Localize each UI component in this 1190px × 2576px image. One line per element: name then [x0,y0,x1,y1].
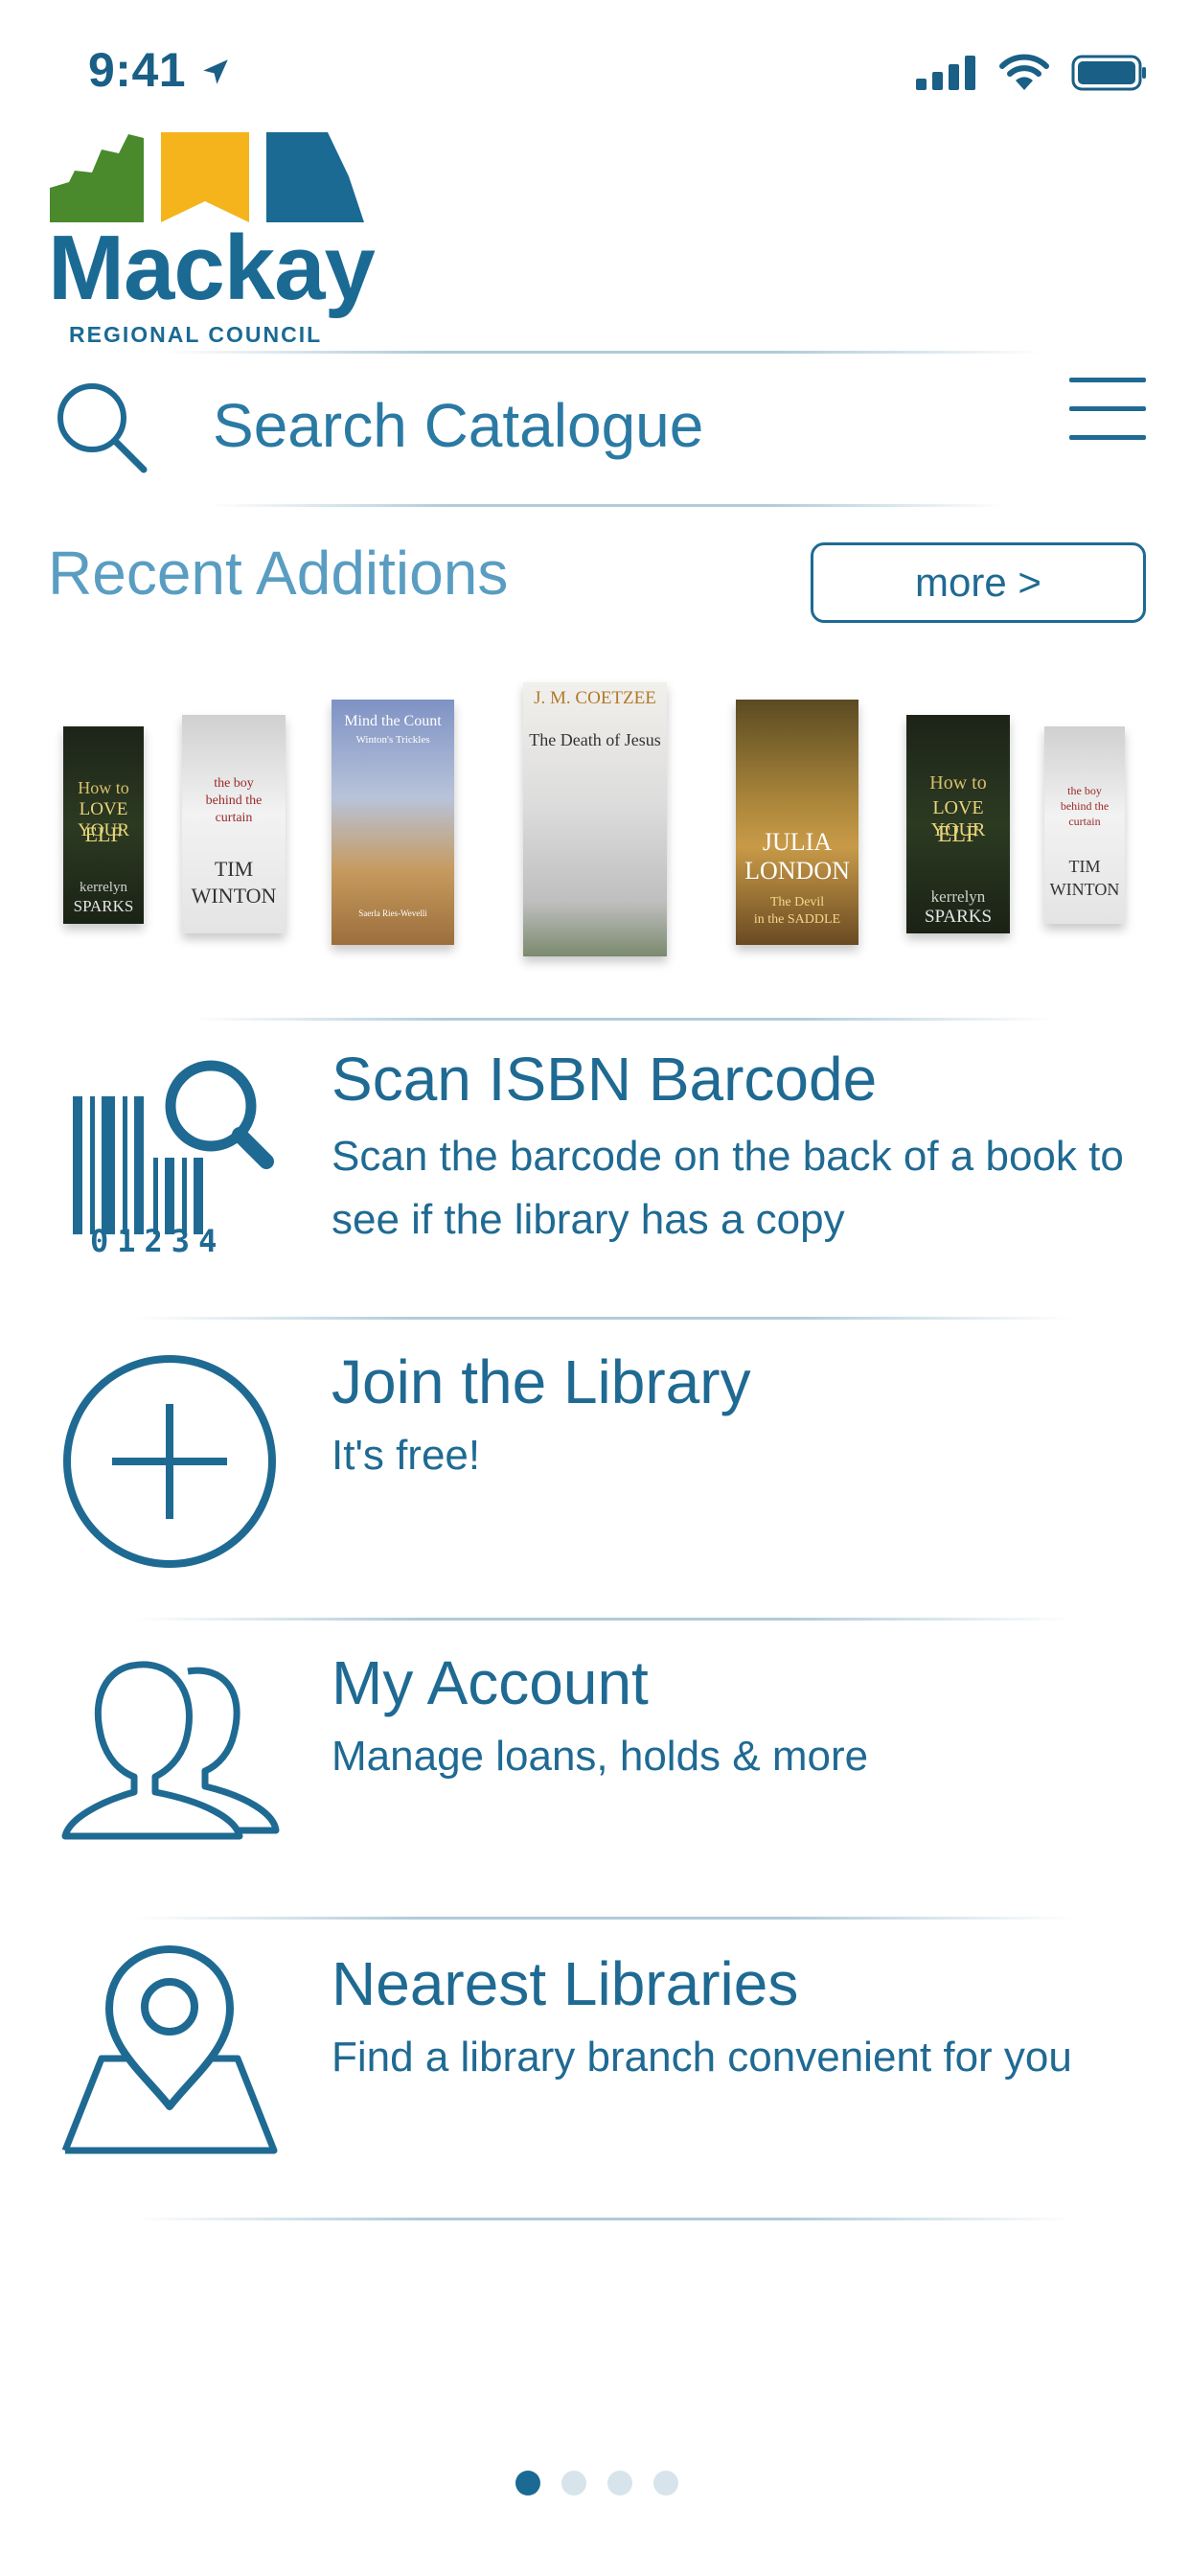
book-text: Winton's Trickles [355,734,430,746]
book-cover[interactable]: How to LOVE YOUR ELF kerrelyn SPARKS [906,715,1010,933]
page-dot[interactable] [653,2471,678,2496]
book-cover[interactable]: J. M. COETZEE The Death of Jesus [523,682,667,956]
page-dot[interactable] [561,2471,586,2496]
book-text: JULIA [762,828,833,856]
divider [134,2218,1073,2220]
book-cover[interactable]: JULIA LONDON The Devil in the SADDLE [736,700,858,945]
page-dot[interactable] [515,2471,540,2496]
divider [134,1618,1073,1621]
divider [163,351,1044,354]
battery-icon [1071,55,1146,91]
scan-isbn-item[interactable]: 01234 Scan ISBN Barcode Scan the barcode… [0,1025,1190,1303]
book-text: kerrelyn [930,887,986,906]
my-account-item[interactable]: My Account Manage loans, holds & more [0,1623,1190,1911]
page-indicator[interactable] [515,2471,678,2496]
book-text: WINTON [1049,880,1120,899]
logo-subtitle: REGIONAL COUNCIL [69,322,323,347]
book-text: SPARKS [924,907,993,927]
book-text: The Devil [769,895,825,909]
book-text: kerrelyn [80,880,127,895]
my-account-title: My Account [332,1648,649,1717]
book-text: in the SADDLE [753,912,841,927]
join-library-title: Join the Library [332,1347,751,1416]
book-cover[interactable]: the boy behind the curtain TIM WINTON [1044,726,1125,924]
recent-additions-title: Recent Additions [48,539,509,608]
hamburger-menu-icon[interactable] [1069,378,1146,440]
book-text: TIM [214,857,254,881]
book-text: behind the [1060,799,1110,813]
nearest-libraries-title: Nearest Libraries [332,1949,799,2018]
book-text: ELF [84,822,123,846]
scan-isbn-title: Scan ISBN Barcode [332,1045,878,1114]
join-library-description: It's free! [332,1432,481,1479]
search-icon[interactable] [54,380,149,475]
book-text: behind the [205,794,263,808]
book-text: Saerla Ries-Wevelli [358,908,427,918]
book-cover[interactable]: the boy behind the curtain TIM WINTON [182,715,286,933]
book-text: WINTON [191,884,277,908]
book-text: SPARKS [73,897,134,915]
barcode-digits: 01234 [90,1223,226,1259]
book-text: TIM [1068,857,1101,876]
book-cover[interactable]: How to LOVE YOUR ELF kerrelyn SPARKS [63,726,144,924]
status-icons [916,54,1148,92]
book-text: curtain [215,811,253,825]
book-text: curtain [1068,815,1101,828]
divider [211,504,1006,507]
wifi-icon [999,54,1049,90]
join-library-item[interactable]: Join the Library It's free! [0,1322,1190,1610]
users-icon [61,1661,280,1840]
nearest-libraries-item[interactable]: Nearest Libraries Find a library branch … [0,1924,1190,2212]
my-account-description: Manage loans, holds & more [332,1733,869,1780]
book-text: The Death of Jesus [529,730,661,749]
more-button[interactable]: more > [811,542,1146,623]
divider [192,1018,1054,1021]
location-arrow-icon [203,59,229,84]
divider [134,1917,1073,1920]
book-cover[interactable]: Mind the Count Winton's Trickles Saerla … [332,700,454,945]
book-text: How to [78,778,129,797]
book-text: the boy [214,776,254,791]
book-text: Mind the Count [344,713,442,729]
book-text: the boy [1067,784,1102,797]
book-text: ELF [937,822,979,847]
search-catalogue-input[interactable]: Search Catalogue [213,395,703,456]
cellular-signal-icon [916,56,975,90]
nearest-libraries-description: Find a library branch convenient for you [332,2034,1072,2081]
logo-wordmark: Mackay [48,217,376,319]
divider [134,1317,1073,1320]
status-time: 9:41 [88,42,232,98]
location-pin-icon [61,1945,278,2154]
page-dot[interactable] [607,2471,632,2496]
scan-isbn-description: Scan the barcode on the back of a book t… [332,1133,1124,1243]
book-text: How to [929,772,987,794]
plus-circle-icon [63,1355,276,1568]
status-time-text: 9:41 [88,43,187,97]
book-text: LONDON [744,857,850,885]
book-text: J. M. COETZEE [534,688,656,708]
